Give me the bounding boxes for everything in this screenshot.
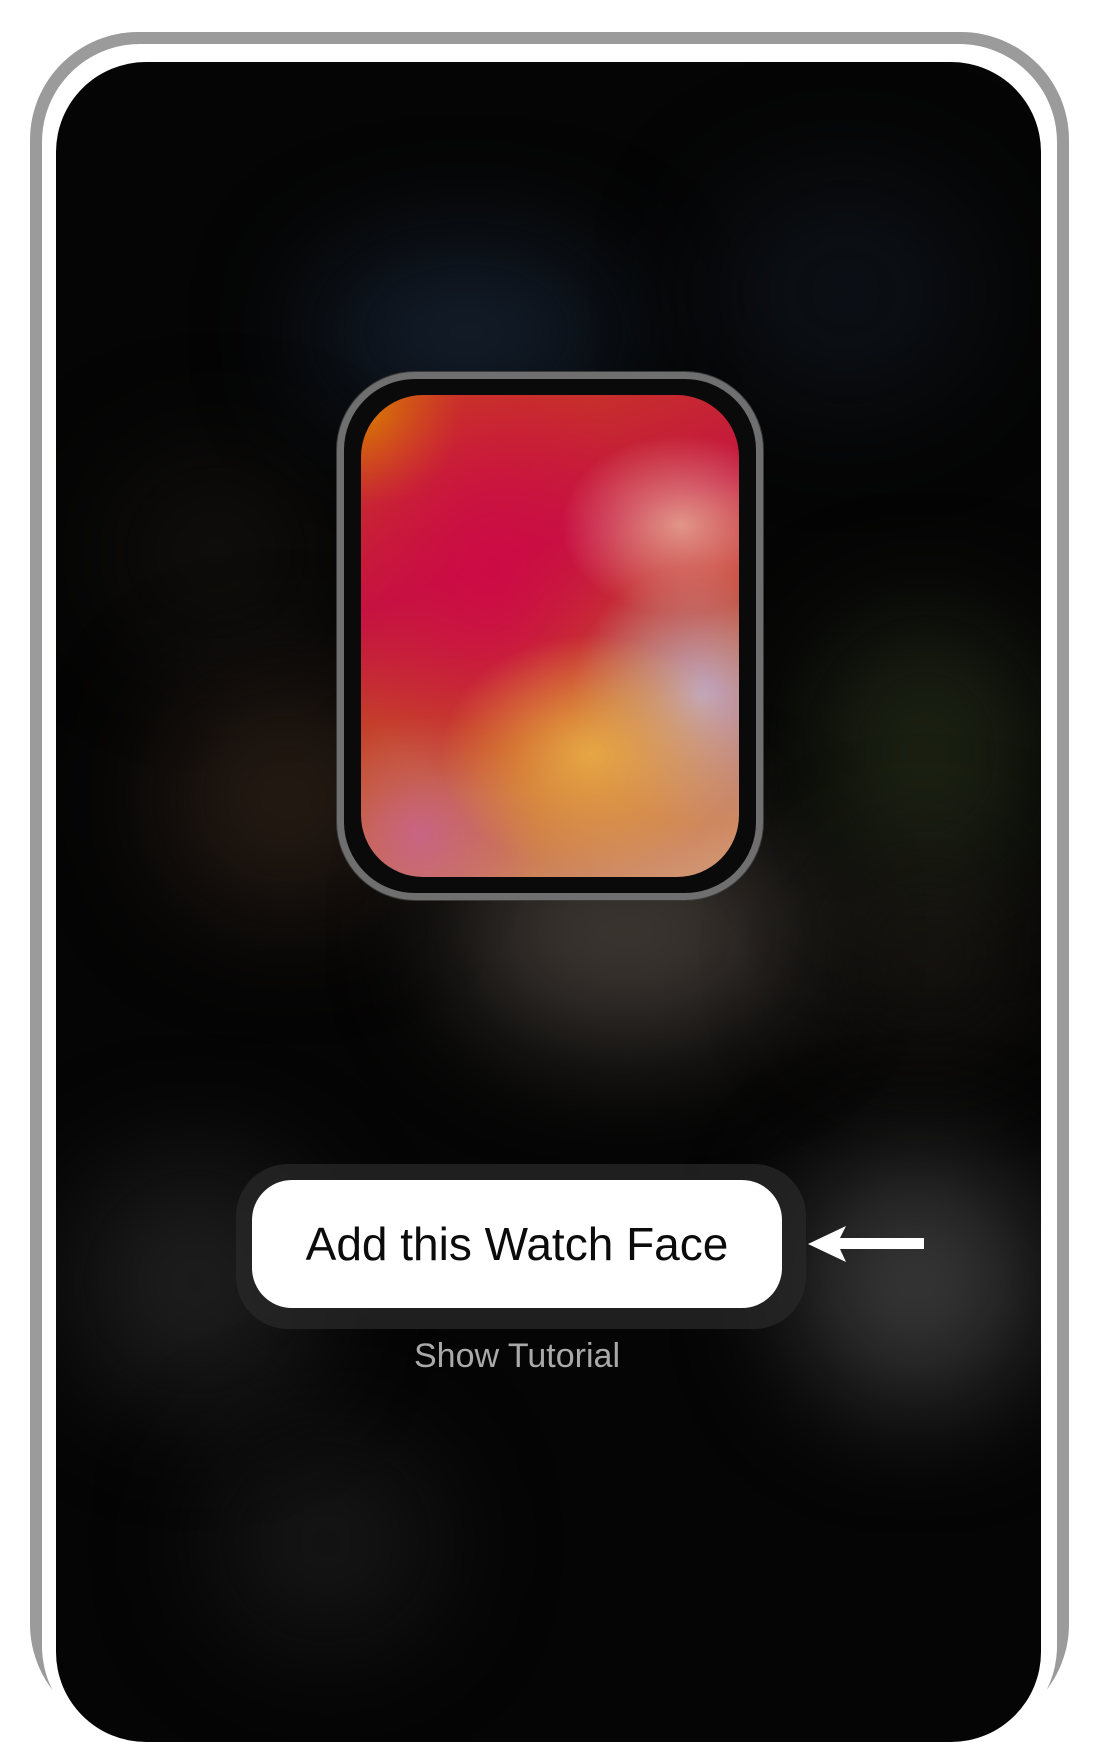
background-glow bbox=[116, 462, 316, 642]
add-watch-face-button[interactable]: Add this Watch Face bbox=[252, 1180, 782, 1308]
background-glow bbox=[826, 862, 1026, 1042]
show-tutorial-link[interactable]: Show Tutorial bbox=[56, 1337, 978, 1376]
phone-screen: Add this Watch Face Show Tutorial bbox=[56, 62, 1041, 1742]
background-glow bbox=[816, 622, 1036, 882]
watch-face-preview[interactable] bbox=[337, 372, 763, 900]
watch-face-gradient bbox=[361, 395, 739, 877]
background-glow bbox=[216, 1442, 436, 1642]
background-glow bbox=[716, 182, 976, 402]
left-arrow-icon bbox=[808, 1226, 924, 1262]
